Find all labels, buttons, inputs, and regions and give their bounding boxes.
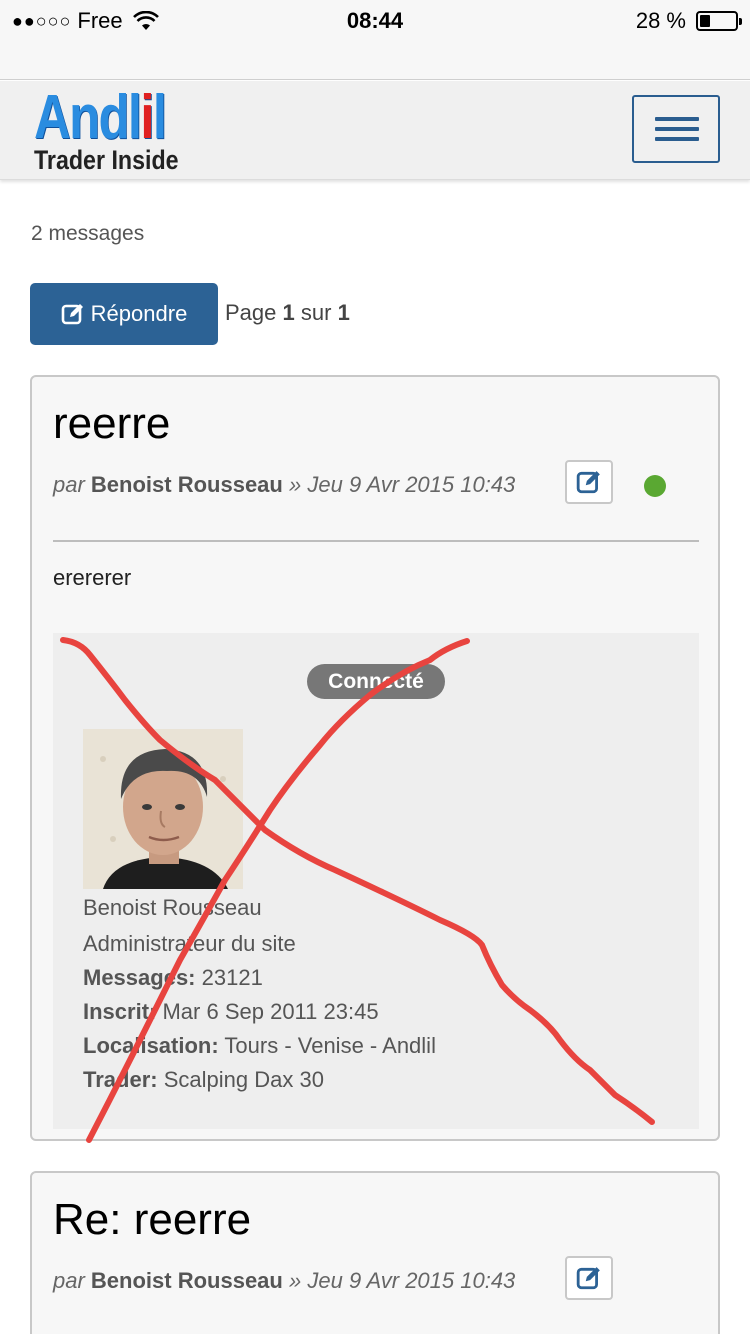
site-header: Andlil Trader Inside <box>0 81 750 180</box>
post-body: erererer <box>53 565 132 590</box>
post-date: Jeu 9 Avr 2015 10:43 <box>307 1268 516 1293</box>
menu-toggle-button[interactable] <box>632 95 720 163</box>
battery-icon <box>696 11 742 31</box>
edit-icon <box>576 1267 600 1290</box>
pagination: Page 1 sur 1 <box>225 300 350 325</box>
quote-button[interactable] <box>565 460 613 504</box>
post-title[interactable]: reerre <box>53 399 170 449</box>
logo-wordmark: Andlil <box>34 83 167 152</box>
quote-button[interactable] <box>565 1256 613 1300</box>
reply-button[interactable]: Répondre <box>30 283 218 345</box>
reply-label: Répondre <box>90 301 188 326</box>
post-meta: par Benoist Rousseau » Jeu 9 Avr 2015 10… <box>53 1268 516 1293</box>
avatar[interactable] <box>83 729 243 889</box>
profile-name[interactable]: Benoist Rousseau <box>83 895 262 921</box>
status-right: 28 % <box>635 8 742 34</box>
status-badge: Connecté <box>307 664 445 699</box>
edit-icon <box>576 471 600 494</box>
hamburger-icon <box>655 117 699 121</box>
message-count: 2 messages <box>31 222 145 245</box>
post-date: Jeu 9 Avr 2015 10:43 <box>307 472 516 497</box>
profile-rank: Administrateur du site <box>83 931 296 956</box>
profile-trader: Trader: Scalping Dax 30 <box>83 1067 324 1092</box>
site-logo[interactable]: Andlil Trader Inside <box>34 83 204 175</box>
battery-percent: 28 % <box>635 8 686 33</box>
post-meta: par Benoist Rousseau » Jeu 9 Avr 2015 10… <box>53 472 516 497</box>
author-profile: Connecté Benoist Rousseau Administrateur… <box>53 633 699 1129</box>
battery-level <box>700 15 710 27</box>
post: Re: reerre par Benoist Rousseau » Jeu 9 … <box>30 1171 720 1334</box>
profile-messages: Messages: 23121 <box>83 965 263 990</box>
compose-icon <box>61 304 83 325</box>
status-bar: ●●○○○ Free 08:44 28 % <box>0 0 750 40</box>
divider <box>53 540 699 542</box>
online-indicator-icon <box>644 475 666 497</box>
logo-tagline: Trader Inside <box>34 145 179 175</box>
profile-joined: Inscrit: Mar 6 Sep 2011 23:45 <box>83 999 379 1024</box>
post-author[interactable]: Benoist Rousseau <box>91 472 283 497</box>
browser-address-bar[interactable] <box>0 40 750 80</box>
page-current: 1 <box>282 300 295 325</box>
post-title[interactable]: Re: reerre <box>53 1195 251 1245</box>
post-author[interactable]: Benoist Rousseau <box>91 1268 283 1293</box>
avatar-image <box>83 729 243 889</box>
post: reerre par Benoist Rousseau » Jeu 9 Avr … <box>30 375 720 1141</box>
profile-location: Localisation: Tours - Venise - Andlil <box>83 1033 436 1058</box>
page-total: 1 <box>337 300 350 325</box>
